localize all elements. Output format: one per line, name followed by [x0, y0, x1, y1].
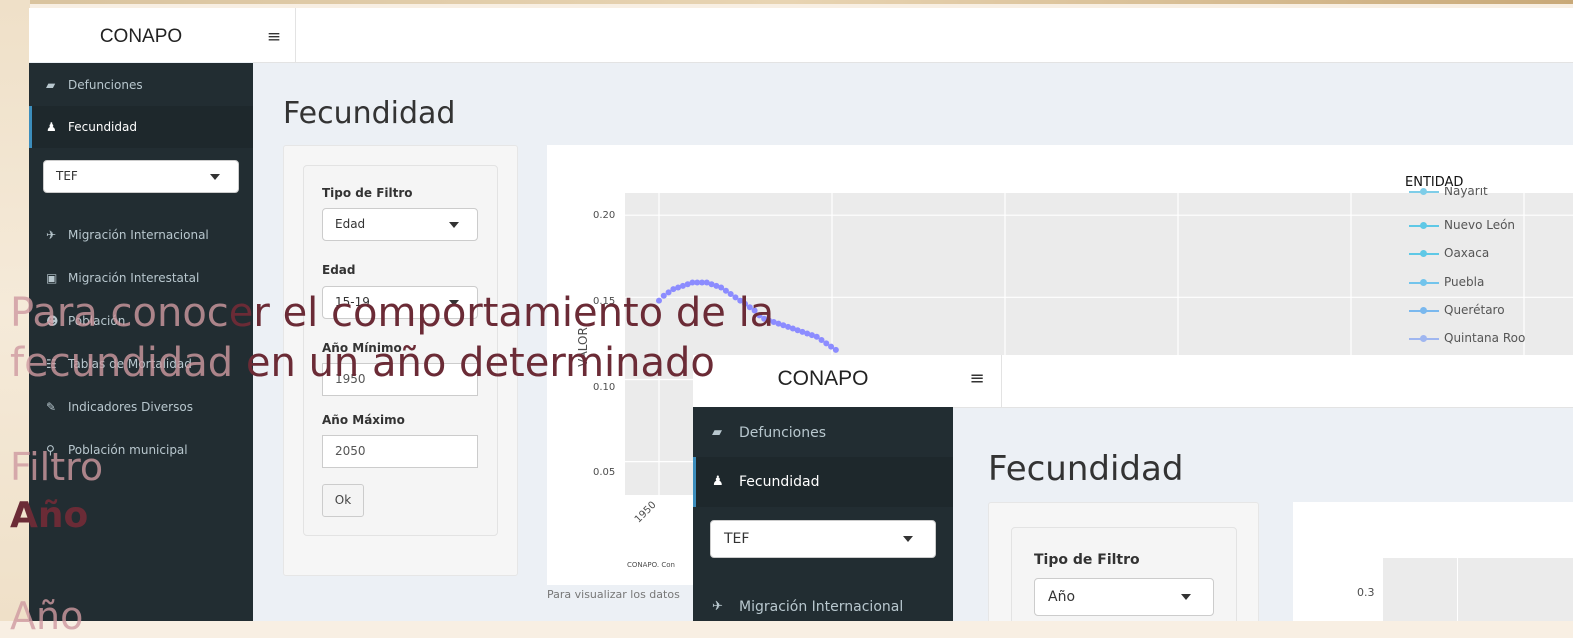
- sidebar-item-label: Migración Internacional: [68, 228, 209, 242]
- child-icon: ♟: [712, 474, 724, 489]
- hamburger-menu-icon[interactable]: ≡: [953, 355, 1002, 407]
- app-logo[interactable]: CONAPO: [29, 8, 254, 62]
- indicator-select-value: TEF: [724, 531, 750, 547]
- overlay-heading-line2: fecundidad en un año determinado: [10, 340, 715, 386]
- anio-maximo-label: Año Máximo: [322, 413, 405, 427]
- y-tick-label: 0.20: [593, 210, 616, 221]
- page-title: Fecundidad: [283, 96, 456, 131]
- legend-item[interactable]: Oaxaca: [1409, 244, 1489, 262]
- sidebar-item-defunciones[interactable]: ▰ Defunciones: [693, 413, 953, 453]
- chart-plot-area: 0.3: [1293, 502, 1573, 621]
- edit-icon: ✎: [46, 400, 57, 414]
- y-tick-label: 0.05: [593, 467, 616, 478]
- top-navbar: ≡: [953, 355, 1573, 408]
- sidebar-item-label: Fecundidad: [68, 120, 137, 134]
- indicator-select-value: TEF: [56, 169, 78, 183]
- sidebar-item-indicadores-diversos[interactable]: ✎ Indicadores Diversos: [29, 389, 253, 425]
- filter-well: Tipo de Filtro Año: [1011, 527, 1237, 621]
- chevron-down-icon: [903, 536, 913, 542]
- tipo-filtro-value: Edad: [335, 217, 366, 231]
- indicator-select[interactable]: TEF: [43, 160, 239, 193]
- tipo-filtro-value: Año: [1048, 589, 1076, 605]
- y-tick-label: 0.3: [1357, 586, 1375, 599]
- legend-item[interactable]: Nayarit: [1409, 187, 1488, 199]
- legend-item[interactable]: Quintana Roo: [1409, 329, 1525, 347]
- plot-footnote: Para visualizar los datos: [547, 588, 680, 601]
- sidebar-item-label: Migración Internacional: [739, 599, 904, 615]
- app-window-overlay: CONAPO ≡ ▰ Defunciones ♟ Fecundidad TEF …: [693, 355, 1573, 621]
- sidebar-item-fecundidad[interactable]: ♟ Fecundidad: [29, 106, 253, 148]
- sidebar-item-fecundidad[interactable]: ♟ Fecundidad: [693, 457, 953, 507]
- indicator-select[interactable]: TEF: [710, 520, 936, 558]
- chevron-down-icon: [1181, 594, 1191, 600]
- sidebar-item-migracion-internacional[interactable]: ✈ Migración Internacional: [29, 217, 253, 253]
- legend-item[interactable]: Nuevo León: [1409, 216, 1515, 234]
- chevron-down-icon: [449, 222, 459, 228]
- overlay-anio-bottom: Año: [10, 594, 84, 638]
- app-logo[interactable]: CONAPO: [693, 355, 954, 407]
- chart-panel: [1383, 558, 1573, 621]
- legend-item[interactable]: Puebla: [1409, 273, 1484, 291]
- grid-line: [1457, 558, 1458, 621]
- edad-label: Edad: [322, 263, 356, 277]
- tipo-filtro-label: Tipo de Filtro: [1034, 552, 1140, 568]
- overlay-heading-line1: Para conocer el comportamiento de la: [10, 290, 774, 336]
- plane-icon: ✈: [712, 599, 723, 614]
- filter-box: Tipo de Filtro Año: [988, 502, 1259, 621]
- overlay-heading-text: er el comportamiento de la: [228, 290, 775, 336]
- chart-caption: CONAPO. Con: [627, 561, 675, 569]
- anio-maximo-input[interactable]: 2050: [322, 435, 478, 468]
- sidebar: ▰ Defunciones ♟ Fecundidad TEF ✈ Migraci…: [693, 407, 953, 621]
- sidebar-item-label: Fecundidad: [739, 474, 820, 490]
- tipo-filtro-select[interactable]: Edad: [322, 208, 478, 241]
- sidebar-item-defunciones[interactable]: ▰ Defunciones: [29, 67, 253, 103]
- book-icon: ▰: [712, 425, 722, 440]
- sidebar-item-label: Defunciones: [739, 425, 827, 441]
- top-accent-line: [0, 0, 1573, 4]
- sidebar-item-label: Indicadores Diversos: [68, 400, 193, 414]
- chevron-down-icon: [210, 174, 220, 180]
- overlay-heading-ghost: fecundidad: [10, 340, 234, 386]
- tipo-filtro-select[interactable]: Año: [1034, 578, 1214, 616]
- page-title: Fecundidad: [988, 449, 1184, 489]
- child-icon: ♟: [46, 120, 57, 134]
- top-navbar: ≡: [253, 8, 1573, 63]
- overlay-anio: Año: [10, 495, 89, 536]
- ok-button[interactable]: Ok: [322, 484, 364, 517]
- legend-item[interactable]: Querétaro: [1409, 301, 1505, 319]
- plane-icon: ✈: [46, 228, 57, 242]
- sidebar-item-migracion-internacional[interactable]: ✈ Migración Internacional: [693, 587, 953, 621]
- overlay-heading-ghost: Para conoc: [10, 290, 229, 336]
- x-tick-label: 1950: [632, 499, 659, 526]
- overlay-heading-text: en un año determinado: [233, 340, 715, 386]
- sidebar-item-label: Defunciones: [68, 78, 143, 92]
- sidebar-item-label: Migración Interestatal: [68, 271, 200, 285]
- data-point[interactable]: [832, 346, 839, 353]
- tipo-filtro-label: Tipo de Filtro: [322, 186, 413, 200]
- book-icon: ▰: [46, 78, 56, 92]
- overlay-filtro: Filtro: [10, 445, 104, 489]
- hamburger-menu-icon[interactable]: ≡: [253, 8, 296, 62]
